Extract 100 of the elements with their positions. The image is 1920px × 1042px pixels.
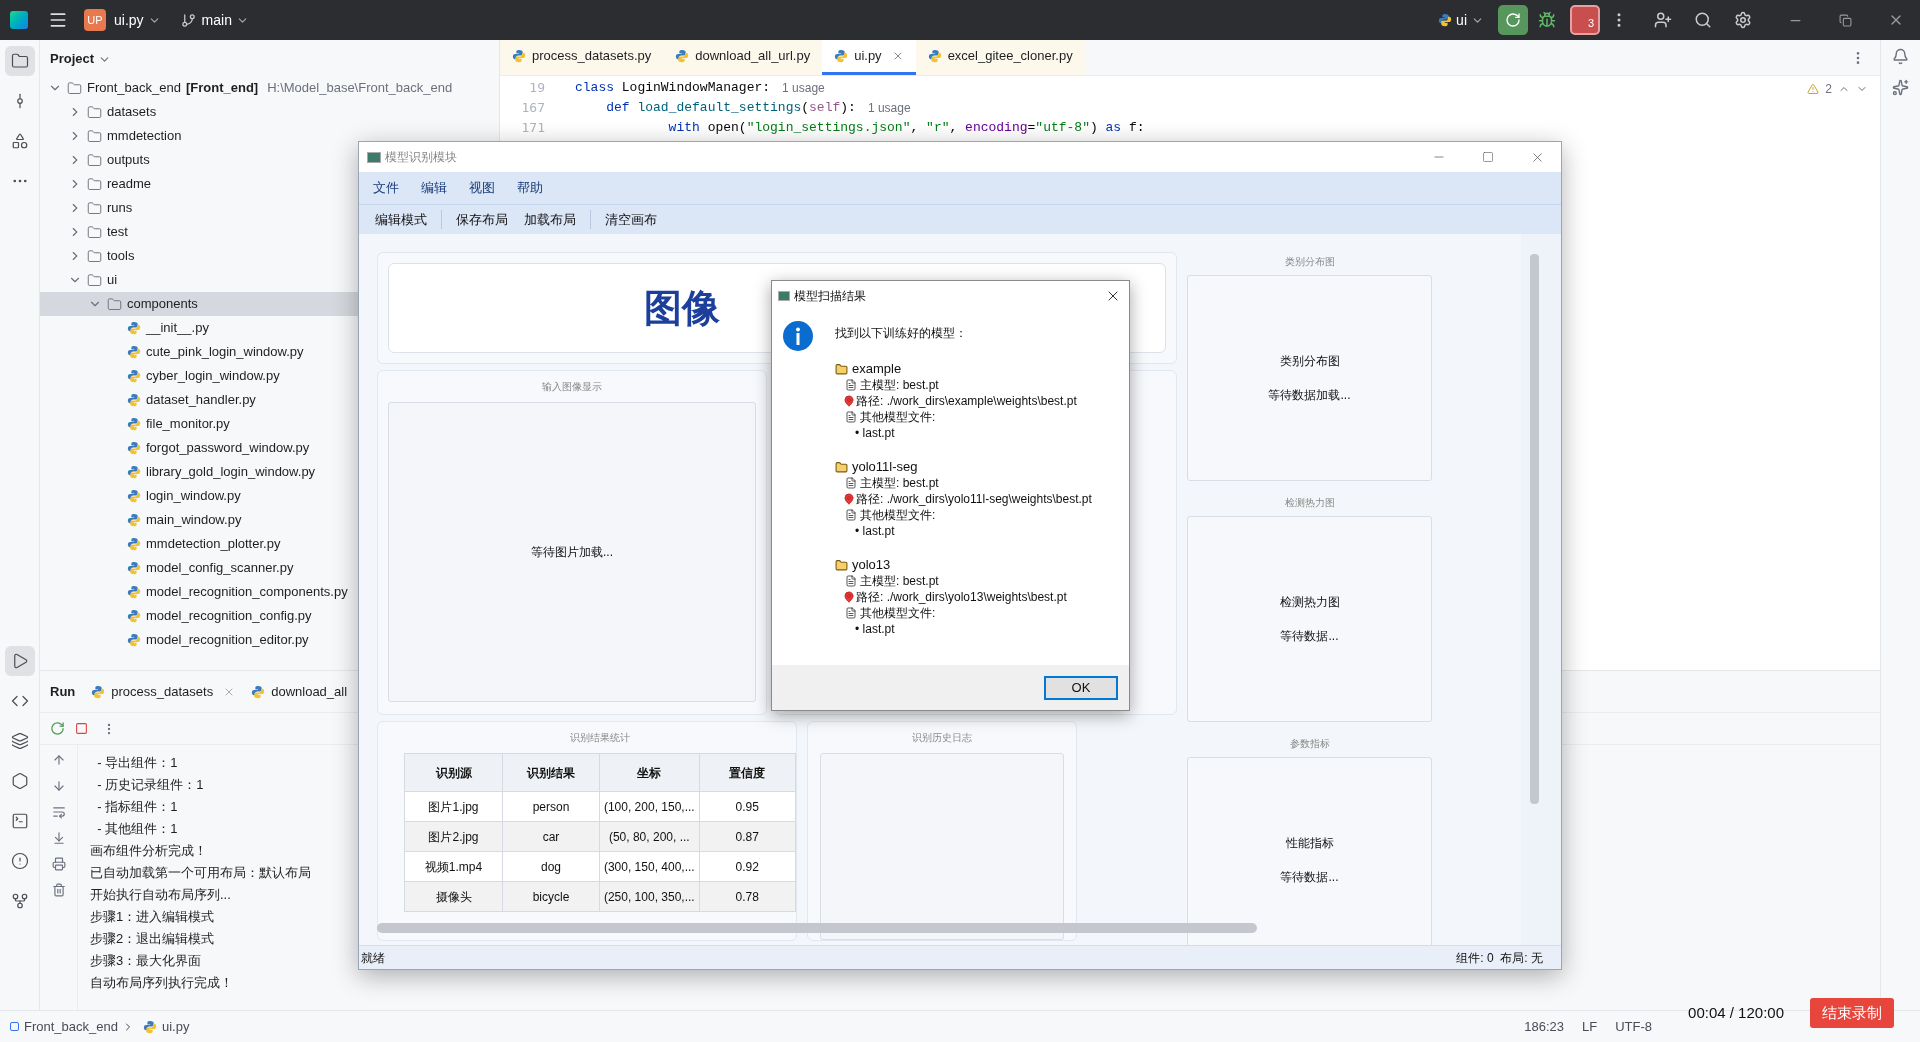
wrap-icon[interactable] bbox=[51, 805, 66, 819]
chart-status: 等待数据加载... bbox=[1268, 387, 1351, 404]
tree-item[interactable]: runs bbox=[40, 196, 358, 220]
run-icon[interactable] bbox=[4, 646, 35, 676]
tree-item[interactable]: __init__.py bbox=[40, 316, 358, 340]
editor-tab[interactable]: ui.py bbox=[822, 40, 916, 75]
tree-item[interactable]: library_gold_login_window.py bbox=[40, 460, 358, 484]
scrollbar[interactable] bbox=[1530, 254, 1539, 804]
tree-item[interactable]: Front_back_end [Front_end] H:\Model_base\Front_back_end bbox=[40, 76, 453, 100]
toolbar-button[interactable]: 编辑模式 bbox=[367, 209, 435, 230]
tree-item[interactable]: mmdetection bbox=[40, 124, 358, 148]
status-item[interactable]: UTF-8 bbox=[1615, 1016, 1652, 1037]
trash-icon[interactable] bbox=[51, 883, 66, 897]
branch-selector[interactable]: main bbox=[201, 9, 249, 31]
down-arrow-icon[interactable] bbox=[51, 779, 66, 793]
file-icon bbox=[127, 393, 141, 407]
folder-icon bbox=[835, 362, 848, 376]
tree-item[interactable]: outputs bbox=[40, 148, 358, 172]
editor-tab[interactable]: download_all_url.py bbox=[663, 40, 823, 75]
file-entry: • last.pt bbox=[854, 523, 896, 539]
panel-caption: 类别分布图 bbox=[1284, 255, 1335, 269]
search-icon[interactable] bbox=[1694, 11, 1712, 29]
folder-icon bbox=[87, 248, 102, 264]
add-user-icon[interactable] bbox=[1654, 11, 1672, 29]
usage-hint[interactable]: 1 usage bbox=[867, 99, 911, 117]
tree-item[interactable]: mmdetection_plotter.py bbox=[40, 532, 358, 556]
usage-hint[interactable]: 1 usage bbox=[782, 79, 825, 97]
print-icon[interactable] bbox=[51, 857, 66, 871]
project-selector[interactable]: ui.py bbox=[114, 9, 161, 31]
tree-label: mmdetection bbox=[107, 127, 182, 146]
folder-icon bbox=[107, 296, 122, 312]
ok-button[interactable]: OK bbox=[1044, 675, 1118, 700]
tree-item[interactable]: main_window.py bbox=[40, 508, 358, 532]
settings-icon[interactable] bbox=[1734, 11, 1752, 29]
rerun-icon[interactable] bbox=[50, 721, 65, 736]
bug-icon[interactable] bbox=[1538, 11, 1556, 29]
menu-item[interactable]: 视图 bbox=[459, 178, 505, 198]
toolbar-button[interactable]: 加载布局 bbox=[516, 209, 584, 230]
status-item[interactable]: 186:23 bbox=[1524, 1016, 1564, 1037]
tree-item[interactable]: cyber_login_window.py bbox=[40, 364, 358, 388]
console-line: - 导出组件：1 bbox=[96, 754, 179, 772]
folder-icon bbox=[87, 200, 102, 216]
document-icon bbox=[845, 607, 857, 619]
breadcrumb-item[interactable]: ui.py bbox=[161, 1016, 190, 1037]
tree-item[interactable]: ui bbox=[40, 268, 358, 292]
file-icon bbox=[127, 609, 141, 623]
column-header: 置信度 bbox=[699, 753, 796, 792]
tree-label: datasets bbox=[107, 103, 157, 122]
restore-icon[interactable] bbox=[1839, 13, 1852, 27]
notifications-icon[interactable] bbox=[1892, 48, 1909, 65]
stop-icon[interactable] bbox=[75, 722, 88, 735]
stop-button[interactable]: 3 bbox=[1570, 5, 1600, 35]
file-icon bbox=[127, 513, 141, 527]
tree-item[interactable]: test bbox=[40, 220, 358, 244]
tree-item[interactable]: cute_pink_login_window.py bbox=[40, 340, 358, 364]
tree-item[interactable]: readme bbox=[40, 172, 358, 196]
editor-tab[interactable]: process_datasets.py bbox=[500, 40, 664, 75]
tree-item[interactable]: components bbox=[40, 292, 358, 316]
tree-item[interactable]: model_recognition_components.py bbox=[40, 580, 358, 604]
console-line: 画布组件分析完成！ bbox=[90, 842, 208, 860]
rerun-button[interactable] bbox=[1498, 5, 1528, 35]
scrollbar[interactable] bbox=[377, 923, 1257, 933]
pin-icon bbox=[843, 395, 855, 407]
tree-item[interactable]: datasets bbox=[40, 100, 358, 124]
tree-item[interactable]: model_config_scanner.py bbox=[40, 556, 358, 580]
maximize-icon[interactable] bbox=[1482, 151, 1494, 163]
table-cell: dog bbox=[502, 851, 600, 882]
model-file: 主模型: best.pt bbox=[860, 573, 939, 589]
stop-recording-button[interactable]: 结束录制 bbox=[1810, 998, 1894, 1028]
tree-item[interactable]: dataset_handler.py bbox=[40, 388, 358, 412]
toolbar-button[interactable]: 清空画布 bbox=[597, 209, 665, 230]
table-cell: 摄像头 bbox=[404, 881, 503, 912]
model-file: 主模型: best.pt bbox=[860, 377, 939, 393]
tree-item[interactable]: model_recognition_config.py bbox=[40, 604, 358, 628]
run-tab[interactable]: download_all bbox=[251, 681, 348, 702]
menu-item[interactable]: 编辑 bbox=[411, 178, 457, 198]
tree-item[interactable]: file_monitor.py bbox=[40, 412, 358, 436]
tree-item[interactable]: model_recognition_editor.py bbox=[40, 628, 358, 652]
status-item[interactable]: LF bbox=[1582, 1016, 1598, 1037]
scroll-end-icon[interactable] bbox=[51, 831, 66, 845]
run-tab[interactable]: process_datasets bbox=[91, 681, 236, 702]
breadcrumb-item[interactable]: Front_back_end bbox=[24, 1016, 118, 1037]
toolbar-button[interactable]: 保存布局 bbox=[448, 209, 516, 230]
dialog-message: 找到以下训练好的模型： bbox=[835, 325, 968, 341]
file-icon bbox=[127, 441, 141, 455]
menu-item[interactable]: 帮助 bbox=[507, 178, 553, 198]
menu-icon[interactable] bbox=[48, 10, 68, 30]
column-header: 识别结果 bbox=[502, 753, 600, 792]
folder-icon[interactable] bbox=[4, 46, 35, 76]
tree-item[interactable]: login_window.py bbox=[40, 484, 358, 508]
up-arrow-icon[interactable] bbox=[51, 753, 66, 767]
warning-count: 2 bbox=[1825, 81, 1832, 98]
tree-item[interactable]: tools bbox=[40, 244, 358, 268]
editor-tab[interactable]: excel_gitee_cloner.py bbox=[915, 40, 1085, 75]
chart-status: 等待数据... bbox=[1280, 628, 1339, 645]
menu-item[interactable]: 文件 bbox=[363, 178, 409, 198]
run-config-selector[interactable]: ui bbox=[1456, 9, 1484, 31]
tree-item[interactable]: forgot_password_window.py bbox=[40, 436, 358, 460]
sparkle-icon[interactable] bbox=[1892, 79, 1909, 96]
warning-icon[interactable] bbox=[1807, 83, 1820, 95]
